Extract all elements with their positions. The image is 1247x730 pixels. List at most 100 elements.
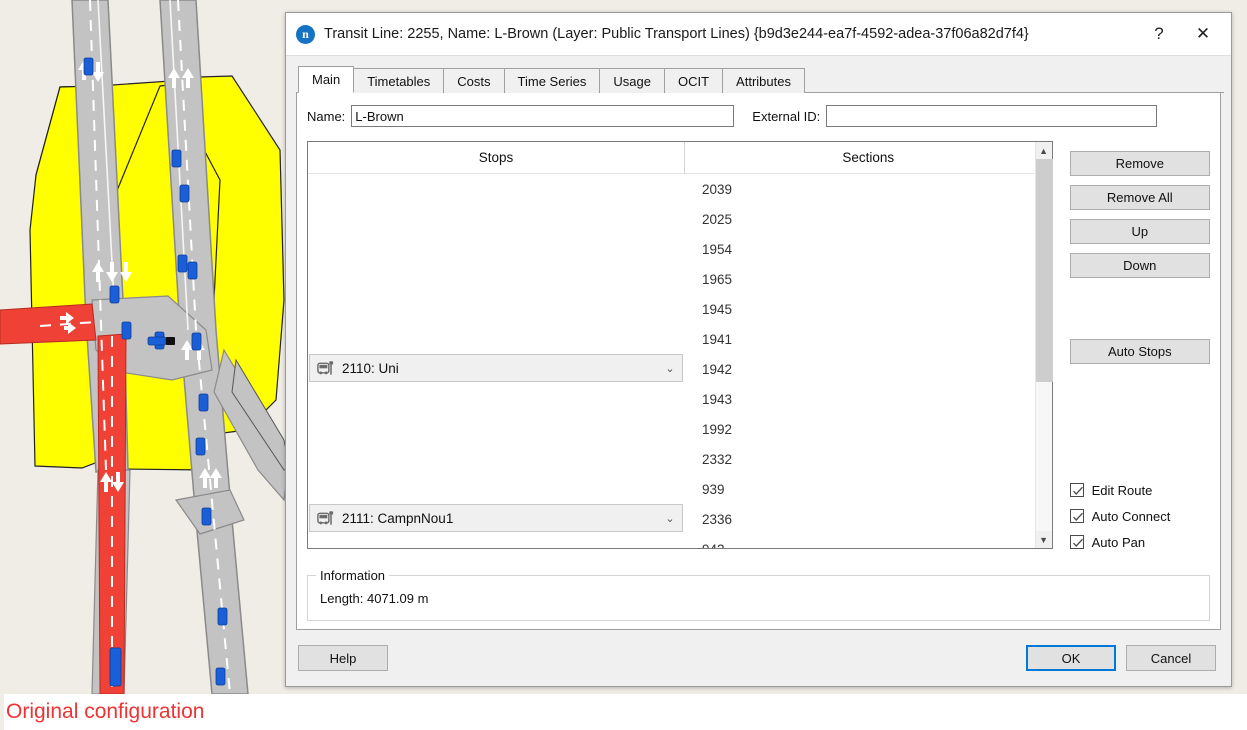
cell-stop	[308, 414, 685, 444]
list-vertical-scrollbar[interactable]: ▲ ▼	[1035, 142, 1052, 548]
dialog-titlebar[interactable]: n Transit Line: 2255, Name: L-Brown (Lay…	[286, 13, 1231, 55]
cell-stop	[308, 534, 685, 548]
checkbox-label-auto-connect: Auto Connect	[1092, 509, 1171, 524]
tab-main[interactable]: Main	[298, 66, 354, 93]
help-icon[interactable]: ?	[1137, 19, 1181, 49]
remove-all-button[interactable]: Remove All	[1070, 185, 1210, 210]
cell-stop	[308, 174, 685, 204]
cell-stop	[308, 294, 685, 324]
stops-sections-listbox[interactable]: Stops Sections 2039202519541965194519412…	[307, 141, 1053, 549]
cancel-button[interactable]: Cancel	[1126, 645, 1216, 671]
remove-button[interactable]: Remove	[1070, 151, 1210, 176]
stop-label: 2111: CampnNou1	[342, 511, 660, 526]
table-row[interactable]: 942	[308, 534, 1052, 548]
checkbox-auto-pan[interactable]: Auto Pan	[1070, 529, 1210, 555]
cell-stop: 2111: CampnNou1⌄	[308, 504, 685, 534]
table-row[interactable]: 1954	[308, 234, 1052, 264]
scroll-track[interactable]	[1036, 159, 1052, 531]
app-logo-icon: n	[296, 25, 315, 44]
table-row[interactable]: 939	[308, 474, 1052, 504]
table-row[interactable]: 2332	[308, 444, 1052, 474]
checkmark-icon	[1070, 483, 1084, 497]
stop-combobox[interactable]: 2110: Uni⌄	[309, 354, 683, 382]
length-value: Length: 4071.09 m	[320, 591, 428, 606]
tab-timetables[interactable]: Timetables	[353, 68, 444, 93]
information-group: Information Length: 4071.09 m	[307, 575, 1210, 621]
stops-sections-area: Stops Sections 2039202519541965194519412…	[307, 141, 1210, 561]
name-label: Name:	[307, 109, 345, 124]
stop-label: 2110: Uni	[342, 361, 660, 376]
cell-section: 1945	[685, 302, 1052, 317]
tab-usage[interactable]: Usage	[599, 68, 665, 93]
cell-section: 1992	[685, 422, 1052, 437]
cell-section: 2332	[685, 452, 1052, 467]
cell-section: 939	[685, 482, 1052, 497]
information-group-title: Information	[316, 568, 389, 583]
down-button[interactable]: Down	[1070, 253, 1210, 278]
tab-ocit[interactable]: OCIT	[664, 68, 723, 93]
table-row[interactable]: 2111: CampnNou1⌄2336	[308, 504, 1052, 534]
tab-costs[interactable]: Costs	[443, 68, 504, 93]
chevron-down-icon[interactable]: ⌄	[660, 362, 680, 375]
table-row[interactable]: 1943	[308, 384, 1052, 414]
checkmark-icon	[1070, 535, 1084, 549]
dialog-footer: Help OK Cancel	[286, 630, 1231, 686]
scroll-up-icon[interactable]: ▲	[1036, 142, 1052, 159]
side-button-column: Remove Remove All Up Down Auto Stops Edi…	[1070, 141, 1210, 561]
cell-stop	[308, 324, 685, 354]
dialog-title: Transit Line: 2255, Name: L-Brown (Layer…	[324, 26, 1137, 42]
cell-stop: 2110: Uni⌄	[308, 354, 685, 384]
column-header-stops: Stops	[308, 142, 685, 173]
table-row[interactable]: 1965	[308, 264, 1052, 294]
name-row: Name: External ID:	[307, 105, 1210, 127]
help-button[interactable]: Help	[298, 645, 388, 671]
cell-section: 942	[685, 542, 1052, 549]
list-header: Stops Sections	[308, 142, 1052, 174]
tab-attributes[interactable]: Attributes	[722, 68, 805, 93]
cell-section: 1943	[685, 392, 1052, 407]
ok-button[interactable]: OK	[1026, 645, 1116, 671]
table-row[interactable]: 1945	[308, 294, 1052, 324]
external-id-label: External ID:	[752, 109, 820, 124]
checkbox-auto-connect[interactable]: Auto Connect	[1070, 503, 1210, 529]
checkbox-edit-route[interactable]: Edit Route	[1070, 477, 1210, 503]
cell-section: 1942	[685, 362, 1052, 377]
table-row[interactable]: 2039	[308, 174, 1052, 204]
caption-text: Original configuration	[4, 694, 1247, 730]
table-row[interactable]: 2110: Uni⌄1942	[308, 354, 1052, 384]
cell-stop	[308, 234, 685, 264]
cell-section: 2039	[685, 182, 1052, 197]
table-row[interactable]: 2025	[308, 204, 1052, 234]
cell-section: 1941	[685, 332, 1052, 347]
external-id-input[interactable]	[826, 105, 1157, 127]
table-row[interactable]: 1992	[308, 414, 1052, 444]
chevron-down-icon[interactable]: ⌄	[660, 512, 680, 525]
checkbox-label-edit-route: Edit Route	[1092, 483, 1153, 498]
auto-stops-button[interactable]: Auto Stops	[1070, 339, 1210, 364]
scroll-thumb[interactable]	[1036, 159, 1053, 382]
table-row[interactable]: 1941	[308, 324, 1052, 354]
cell-section: 2336	[685, 512, 1052, 527]
cell-section: 1954	[685, 242, 1052, 257]
close-icon[interactable]: ✕	[1181, 19, 1225, 49]
bus-stop-icon	[316, 509, 335, 528]
column-header-sections: Sections	[685, 142, 1052, 173]
tab-strip: Main Timetables Costs Time Series Usage …	[296, 66, 1224, 93]
cell-stop	[308, 384, 685, 414]
up-button[interactable]: Up	[1070, 219, 1210, 244]
stop-combobox[interactable]: 2111: CampnNou1⌄	[309, 504, 683, 532]
scroll-down-icon[interactable]: ▼	[1036, 531, 1052, 548]
tab-panel-main: Name: External ID: Stops Sections 2039 20…	[296, 93, 1221, 630]
list-rows: 2039202519541965194519412110: Uni⌄194219…	[308, 174, 1052, 548]
cell-stop	[308, 204, 685, 234]
bus-stop-icon	[316, 359, 335, 378]
cell-section: 1965	[685, 272, 1052, 287]
name-input[interactable]	[351, 105, 734, 127]
button-spacer	[1070, 287, 1210, 339]
options-checkbox-group: Edit Route Auto Connect Au	[1070, 477, 1210, 561]
cell-stop	[308, 444, 685, 474]
cell-section: 2025	[685, 212, 1052, 227]
tab-time-series[interactable]: Time Series	[504, 68, 601, 93]
checkbox-label-auto-pan: Auto Pan	[1092, 535, 1146, 550]
checkmark-icon	[1070, 509, 1084, 523]
